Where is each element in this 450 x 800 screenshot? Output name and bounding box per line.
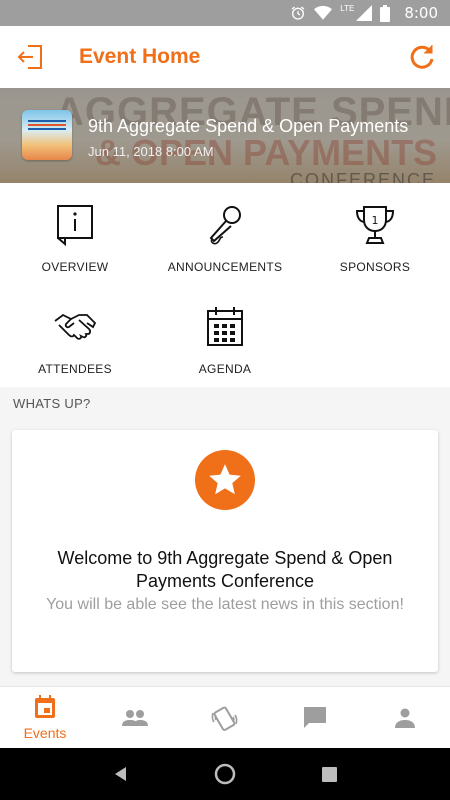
calendar-event-icon: [35, 695, 55, 718]
event-logo: [22, 110, 72, 160]
event-menu: OVERVIEW ANNOUNCEMENTS 1 SPONSORS ATTEND…: [0, 183, 450, 387]
menu-label-attendees: ATTENDEES: [38, 362, 112, 376]
event-date: Jun 11, 2018 8:00 AM: [88, 144, 214, 159]
star-icon: [209, 464, 241, 495]
page-title: Event Home: [79, 45, 201, 68]
chat-icon: [304, 707, 326, 728]
menu-item-agenda[interactable]: AGENDA: [150, 285, 300, 385]
clock: 8:00: [404, 4, 438, 22]
phone-shake-icon: [211, 706, 238, 731]
section-title: WHATS UP?: [13, 396, 91, 411]
news-card: Welcome to 9th Aggregate Spend & Open Pa…: [12, 430, 438, 672]
people-icon: [122, 710, 148, 726]
nav-label-events: Events: [23, 725, 67, 741]
menu-item-sponsors[interactable]: 1 SPONSORS: [300, 183, 450, 283]
svg-text:1: 1: [372, 214, 379, 227]
exit-button[interactable]: [0, 26, 60, 88]
back-icon[interactable]: [113, 766, 129, 782]
menu-label-agenda: AGENDA: [198, 362, 252, 376]
nav-events[interactable]: Events: [0, 687, 90, 749]
nav-profile[interactable]: [360, 687, 450, 749]
handshake-icon: [54, 313, 97, 340]
battery-icon: [380, 4, 391, 22]
event-title: 9th Aggregate Spend & Open Payments: [88, 116, 409, 136]
welcome-subtitle: You will be able see the latest news in …: [46, 596, 404, 613]
refresh-button[interactable]: [394, 26, 450, 88]
refresh-icon: [410, 45, 434, 69]
exit-icon: [17, 45, 42, 69]
network-type: LTE: [340, 3, 355, 13]
signal-icon: [356, 5, 373, 21]
nav-chat[interactable]: [270, 687, 360, 749]
microphone-icon: [209, 206, 241, 245]
welcome-message: Welcome to 9th Aggregate Spend & Open Pa…: [57, 548, 393, 591]
app-bar: Event Home: [0, 26, 450, 88]
menu-label-overview: OVERVIEW: [41, 260, 109, 274]
menu-item-attendees[interactable]: ATTENDEES: [0, 285, 150, 385]
home-icon[interactable]: [214, 763, 236, 785]
system-navigation-bar: [0, 748, 450, 800]
menu-label-announcements: ANNOUNCEMENTS: [167, 260, 283, 274]
menu-label-sponsors: SPONSORS: [339, 260, 411, 274]
whats-up-header: WHATS UP?: [0, 387, 450, 427]
nav-people[interactable]: [90, 687, 180, 749]
info-book-icon: [57, 205, 93, 246]
event-banner[interactable]: AGGREGATE SPEND & OPEN PAYMENTS CONFEREN…: [0, 88, 450, 183]
star-badge: [195, 450, 255, 510]
trophy-icon: 1: [355, 206, 395, 244]
alarm-icon: [291, 6, 305, 20]
wifi-icon: [314, 5, 333, 20]
nav-shake[interactable]: [180, 687, 270, 749]
recents-icon[interactable]: [322, 766, 338, 782]
menu-item-overview[interactable]: OVERVIEW: [0, 183, 150, 283]
status-bar: LTE 8:00: [0, 0, 450, 26]
person-icon: [395, 708, 415, 728]
menu-item-announcements[interactable]: ANNOUNCEMENTS: [150, 183, 300, 283]
calendar-icon: [207, 307, 243, 346]
bottom-navigation: Events: [0, 686, 450, 748]
